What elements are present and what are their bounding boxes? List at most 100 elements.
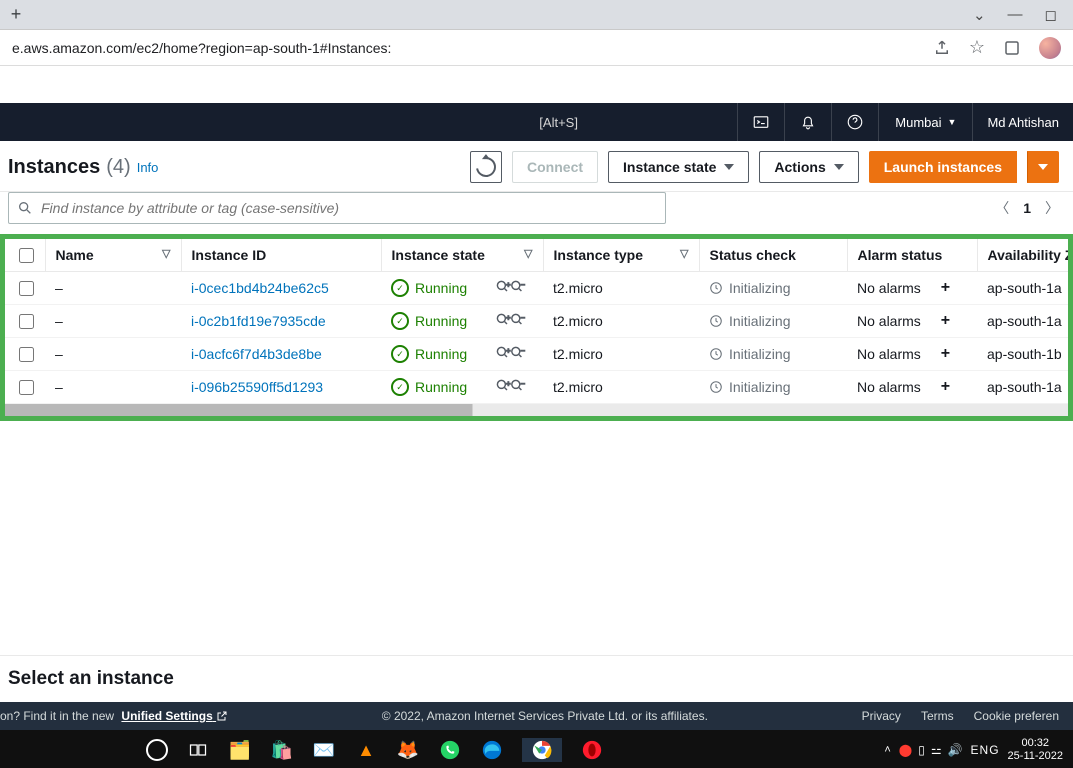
col-status-check[interactable]: Status check: [699, 239, 847, 272]
instance-id-link[interactable]: i-0acfc6f7d4b3de8be: [191, 346, 322, 362]
cell-name: –: [45, 305, 181, 338]
bookmark-star-icon[interactable]: ☆: [969, 37, 985, 58]
help-icon[interactable]: [831, 103, 878, 141]
col-availability-zone[interactable]: Availability Z: [977, 239, 1073, 272]
vlc-icon[interactable]: ▲: [354, 738, 378, 762]
tray-expand-icon[interactable]: ˄: [884, 744, 890, 756]
share-icon[interactable]: [933, 39, 951, 57]
quick-look-icons[interactable]: +−: [495, 345, 527, 361]
volume-icon[interactable]: 🔊: [948, 743, 963, 757]
instance-state-menu[interactable]: Instance state: [608, 151, 749, 183]
browser-tab-strip: + ⌄ — ◻: [0, 0, 1073, 30]
taskbar-clock[interactable]: 00:32 25-11-2022: [1008, 737, 1067, 763]
user-menu[interactable]: Md Ahtishan: [972, 103, 1073, 141]
search-input[interactable]: [39, 199, 657, 217]
row-checkbox[interactable]: [19, 314, 34, 329]
language-indicator[interactable]: ENG: [971, 743, 1000, 757]
table-row[interactable]: –i-0cec1bd4b24be62c5✓Running+−t2.microIn…: [5, 272, 1073, 305]
instance-id-link[interactable]: i-0c2b1fd19e7935cde: [191, 313, 326, 329]
quick-look-icons[interactable]: +−: [495, 378, 527, 394]
windows-taskbar: 🗂️ 🛍️ ✉️ ▲ 🦊 ˄ ⬤ ▯ ⚍ 🔊 ENG 00:32 25-11-2…: [0, 730, 1073, 768]
add-alarm-button[interactable]: +: [941, 279, 950, 297]
col-instance-id[interactable]: Instance ID: [181, 239, 381, 272]
select-all-checkbox[interactable]: [19, 248, 34, 263]
chevron-down-icon: [724, 164, 734, 170]
opera-icon[interactable]: [580, 738, 604, 762]
chevron-down-icon: [834, 164, 844, 170]
cell-name: –: [45, 371, 181, 404]
add-alarm-button[interactable]: +: [941, 345, 950, 363]
security-icon[interactable]: ⬤: [899, 743, 912, 757]
browser-bookmarks-bar: [0, 66, 1073, 103]
page-next[interactable]: 〉: [1045, 198, 1059, 218]
page-title: Instances (4): [8, 156, 131, 179]
system-tray: ˄ ⬤ ▯ ⚍ 🔊 ENG 00:32 25-11-2022: [884, 737, 1067, 763]
actions-menu[interactable]: Actions: [759, 151, 858, 183]
window-maximize-button[interactable]: ◻: [1045, 6, 1057, 24]
mail-icon[interactable]: ✉️: [312, 738, 336, 762]
detail-panel-title: Select an instance: [8, 668, 174, 689]
footer-copyright: © 2022, Amazon Internet Services Private…: [228, 709, 861, 723]
ms-store-icon[interactable]: 🛍️: [270, 738, 294, 762]
launch-instances-dropdown[interactable]: [1027, 151, 1059, 183]
whatsapp-icon[interactable]: [438, 738, 462, 762]
edge-icon[interactable]: [480, 738, 504, 762]
cortana-icon[interactable]: [146, 739, 168, 761]
footer-terms-link[interactable]: Terms: [921, 709, 954, 723]
instance-search[interactable]: [8, 192, 666, 224]
battery-icon[interactable]: ▯: [918, 743, 925, 757]
footer-cookie-link[interactable]: Cookie preferen: [974, 709, 1059, 723]
footer-privacy-link[interactable]: Privacy: [862, 709, 901, 723]
table-row[interactable]: –i-0acfc6f7d4b3de8be✓Running+−t2.microIn…: [5, 338, 1073, 371]
footer-settings-prefix: on? Find it in the new: [0, 709, 114, 723]
instances-table-container: Name▽ Instance ID Instance state▽ Instan…: [0, 234, 1073, 421]
svg-text:+: +: [506, 280, 510, 289]
profile-avatar[interactable]: [1039, 37, 1061, 59]
add-alarm-button[interactable]: +: [941, 312, 950, 330]
tab-dropdown-icon[interactable]: ⌄: [973, 6, 986, 24]
instance-count: (4): [106, 156, 130, 179]
add-alarm-button[interactable]: +: [941, 378, 950, 396]
wifi-icon[interactable]: ⚍: [931, 743, 942, 757]
empty-content-area: [0, 421, 1073, 655]
notifications-icon[interactable]: [784, 103, 831, 141]
extensions-icon[interactable]: [1003, 39, 1021, 57]
firefox-icon[interactable]: 🦊: [396, 738, 420, 762]
horizontal-scrollbar[interactable]: [5, 404, 1068, 416]
row-checkbox[interactable]: [19, 347, 34, 362]
refresh-button[interactable]: [470, 151, 502, 183]
quick-look-icons[interactable]: +−: [495, 279, 527, 295]
task-view-icon[interactable]: [186, 738, 210, 762]
row-checkbox[interactable]: [19, 380, 34, 395]
running-check-icon: ✓: [391, 279, 409, 297]
instance-id-link[interactable]: i-096b25590ff5d1293: [191, 379, 323, 395]
chevron-down-icon: [1038, 164, 1048, 170]
unified-settings-link[interactable]: Unified Settings: [121, 709, 228, 723]
cell-name: –: [45, 272, 181, 305]
cloudshell-icon[interactable]: [737, 103, 784, 141]
instance-id-link[interactable]: i-0cec1bd4b24be62c5: [191, 280, 329, 296]
external-link-icon: [216, 710, 228, 722]
table-row[interactable]: –i-0c2b1fd19e7935cde✓Running+−t2.microIn…: [5, 305, 1073, 338]
page-header: Instances (4) Info Connect Instance stat…: [0, 141, 1073, 192]
table-row[interactable]: –i-096b25590ff5d1293✓Running+−t2.microIn…: [5, 371, 1073, 404]
page-number: 1: [1023, 200, 1031, 216]
quick-look-icons[interactable]: +−: [495, 312, 527, 328]
url-text[interactable]: e.aws.amazon.com/ec2/home?region=ap-sout…: [12, 40, 933, 56]
page-prev[interactable]: 〈: [995, 198, 1009, 218]
col-name[interactable]: Name▽: [45, 239, 181, 272]
new-tab-button[interactable]: +: [6, 5, 26, 25]
row-checkbox[interactable]: [19, 281, 34, 296]
col-alarm-status[interactable]: Alarm status: [847, 239, 977, 272]
connect-button[interactable]: Connect: [512, 151, 598, 183]
col-instance-type[interactable]: Instance type▽: [543, 239, 699, 272]
cell-availability-zone: ap-south-1a: [977, 272, 1073, 305]
file-explorer-icon[interactable]: 🗂️: [228, 738, 252, 762]
chrome-icon[interactable]: [522, 738, 562, 762]
window-minimize-button[interactable]: —: [1008, 6, 1023, 24]
info-link[interactable]: Info: [137, 160, 159, 175]
svg-text:−: −: [521, 280, 525, 289]
launch-instances-button[interactable]: Launch instances: [869, 151, 1017, 183]
region-selector[interactable]: Mumbai ▼: [878, 103, 972, 141]
col-instance-state[interactable]: Instance state▽: [381, 239, 543, 272]
